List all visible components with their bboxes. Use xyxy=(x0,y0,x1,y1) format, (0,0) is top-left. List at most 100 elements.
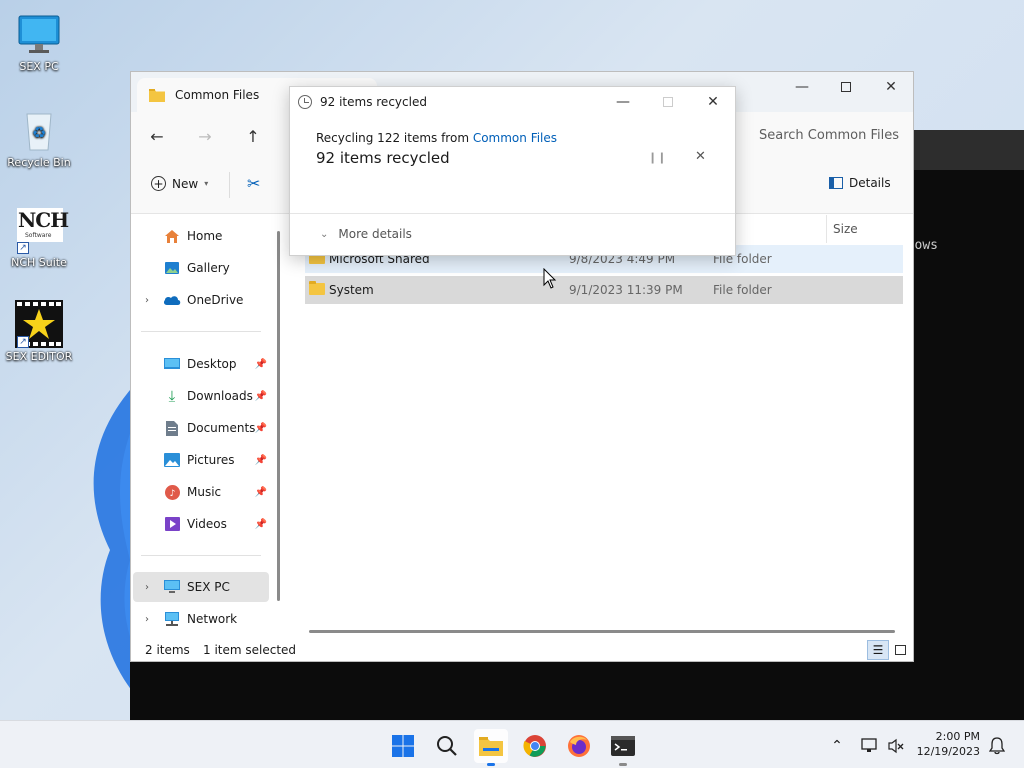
pin-icon[interactable]: 📌 xyxy=(255,423,267,434)
cut-button[interactable]: ✂ xyxy=(247,174,260,193)
scissors-icon: ✂ xyxy=(247,174,261,193)
column-header-size[interactable]: Size xyxy=(826,215,916,243)
desktop-icon-label: NCH Suite xyxy=(11,256,67,269)
details-pane-icon xyxy=(829,177,843,189)
sidebar-item-downloads[interactable]: ⤓ Downloads 📌 xyxy=(133,381,269,411)
dialog-title: 92 items recycled xyxy=(320,95,427,109)
taskbar-chrome[interactable] xyxy=(518,729,552,763)
pin-icon[interactable]: 📌 xyxy=(255,391,267,402)
sidebar-item-this-pc[interactable]: › SEX PC xyxy=(133,572,269,602)
horizontal-scrollbar[interactable] xyxy=(309,630,895,633)
network-status-icon xyxy=(861,738,877,752)
folder-icon xyxy=(479,737,503,756)
bell-icon xyxy=(989,737,1005,755)
windows-logo-icon xyxy=(392,735,414,757)
file-row-selected[interactable]: System 9/1/2023 11:39 PM File folder xyxy=(305,276,903,304)
sidebar-item-desktop[interactable]: Desktop 📌 xyxy=(133,349,269,379)
arrow-up-icon: ↑ xyxy=(246,126,260,146)
file-type: File folder xyxy=(713,283,772,297)
taskbar-firefox[interactable] xyxy=(562,729,596,763)
folder-icon xyxy=(149,89,165,102)
pin-icon[interactable]: 📌 xyxy=(255,359,267,370)
more-details-toggle[interactable]: ⌄ More details xyxy=(320,227,412,241)
desktop-icon-nch-suite[interactable]: NCH Software ↗ NCH Suite xyxy=(1,206,77,270)
back-button[interactable]: ← xyxy=(145,124,169,148)
clock-time: 2:00 PM xyxy=(935,730,980,743)
search-input[interactable]: Search Common Files xyxy=(747,120,907,150)
taskbar-terminal[interactable] xyxy=(606,729,640,766)
speaker-muted-icon xyxy=(888,738,904,754)
show-hidden-icons-button[interactable]: ⌃ xyxy=(822,729,852,763)
cancel-button[interactable]: ✕ xyxy=(695,149,706,164)
sidebar-item-documents[interactable]: Documents 📌 xyxy=(133,413,269,443)
item-count: 2 items xyxy=(145,643,190,657)
maximize-button[interactable] xyxy=(823,72,869,102)
sidebar-scrollbar[interactable] xyxy=(277,231,280,601)
sidebar-item-gallery[interactable]: Gallery xyxy=(133,253,269,283)
desktop-icon-sex-editor[interactable]: ↗ SEX EDITOR xyxy=(1,300,77,364)
close-icon: ✕ xyxy=(707,94,719,110)
volume-tray-button[interactable] xyxy=(882,729,910,763)
navigation-pane: Home Gallery › OneDrive Desktop 📌 ⤓ Down… xyxy=(131,215,281,635)
source-folder-link[interactable]: Common Files xyxy=(473,131,557,145)
video-icon xyxy=(163,515,181,533)
tiles-view-button[interactable] xyxy=(889,640,911,660)
status-bar: 2 items 1 item selected ☰ xyxy=(131,638,913,662)
sidebar-item-pictures[interactable]: Pictures 📌 xyxy=(133,445,269,475)
new-button[interactable]: + New ▾ xyxy=(151,176,208,191)
chevron-up-icon: ⌃ xyxy=(831,738,843,754)
list-view-icon: ☰ xyxy=(872,643,884,657)
desktop-icon-label: SEX EDITOR xyxy=(5,350,73,363)
minimize-button[interactable]: — xyxy=(779,72,825,102)
network-tray-button[interactable] xyxy=(856,729,884,763)
terminal-text: ows xyxy=(914,238,938,253)
chevron-right-icon: › xyxy=(145,294,149,306)
pin-icon[interactable]: 📌 xyxy=(255,455,267,466)
notifications-button[interactable] xyxy=(984,729,1010,763)
chevron-right-icon: › xyxy=(145,613,149,625)
recycle-progress-dialog[interactable]: 92 items recycled — ✕ Recycling 122 item… xyxy=(289,86,736,256)
sidebar-item-home[interactable]: Home xyxy=(133,221,269,251)
maximize-icon xyxy=(663,97,673,107)
file-list: Size Microsoft Shared 9/8/2023 4:49 PM F… xyxy=(291,215,911,635)
close-icon: ✕ xyxy=(695,149,706,164)
minimize-icon: — xyxy=(616,94,630,110)
dialog-divider xyxy=(290,213,735,214)
dialog-close-button[interactable]: ✕ xyxy=(690,87,736,117)
clock-icon xyxy=(298,95,312,109)
start-button[interactable] xyxy=(386,729,420,763)
sidebar-item-onedrive[interactable]: › OneDrive xyxy=(133,285,269,315)
cloud-icon xyxy=(163,291,181,309)
dialog-maximize-button[interactable] xyxy=(645,87,691,117)
sidebar-item-videos[interactable]: Videos 📌 xyxy=(133,509,269,539)
file-name: System xyxy=(329,283,374,297)
sidebar-item-network[interactable]: › Network xyxy=(133,604,269,634)
details-view-button[interactable]: ☰ xyxy=(867,640,889,660)
pause-button[interactable]: ❙❙ xyxy=(648,151,666,164)
taskbar-file-explorer[interactable] xyxy=(474,729,508,766)
desktop-icon-this-pc[interactable]: SEX PC xyxy=(1,10,77,74)
close-button[interactable]: ✕ xyxy=(868,72,914,102)
search-button[interactable] xyxy=(430,729,464,763)
chrome-icon xyxy=(523,735,546,757)
clock[interactable]: 2:00 PM 12/19/2023 xyxy=(917,729,980,759)
forward-button[interactable]: → xyxy=(193,124,217,148)
music-icon: ♪ xyxy=(163,483,181,501)
close-icon: ✕ xyxy=(885,79,897,95)
taskbar: ⌃ 2:00 PM 12/19/2023 xyxy=(0,720,1024,768)
details-button[interactable]: Details xyxy=(829,176,891,190)
pin-icon[interactable]: 📌 xyxy=(255,487,267,498)
svg-text:♪: ♪ xyxy=(169,489,175,499)
pictures-icon xyxy=(163,451,181,469)
gallery-icon xyxy=(163,259,181,277)
mouse-cursor xyxy=(543,268,557,289)
desktop-icon-recycle-bin[interactable]: ♻ Recycle Bin xyxy=(1,106,77,170)
sidebar-item-music[interactable]: ♪ Music 📌 xyxy=(133,477,269,507)
new-label: New xyxy=(172,176,199,191)
up-button[interactable]: ↑ xyxy=(241,124,265,148)
pin-icon[interactable]: 📌 xyxy=(255,519,267,530)
network-icon xyxy=(163,610,181,628)
details-label: Details xyxy=(849,176,891,190)
recycle-progress-text: 92 items recycled xyxy=(316,149,450,167)
dialog-minimize-button[interactable]: — xyxy=(600,87,646,117)
